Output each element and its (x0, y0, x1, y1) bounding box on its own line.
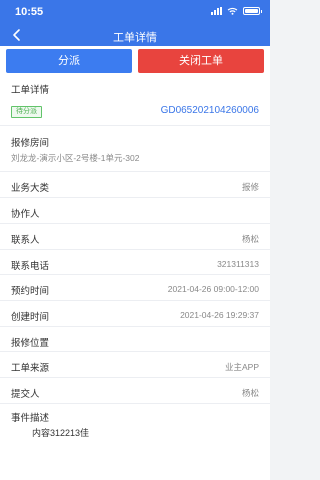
section-title: 工单详情 (11, 85, 50, 96)
field-label: 报修位置 (11, 338, 50, 349)
field-value: 杨松 (241, 234, 259, 244)
detail-row: 联系人 杨松 (0, 224, 270, 250)
status-badge: 待分派 (11, 106, 42, 118)
field-value: 业主APP (224, 362, 259, 372)
description-label: 事件描述 (11, 413, 50, 424)
order-header: 工单详情 待分派 GD065202104260006 (0, 76, 270, 126)
description-row: 事件描述 内容312213佳 (0, 404, 270, 480)
phone-value[interactable]: 321311313 (217, 259, 259, 269)
description-text: 内容312213佳 (32, 428, 90, 438)
detail-row: 预约时间 2021-04-26 09:00-12:00 (0, 275, 270, 301)
status-icons (211, 7, 262, 15)
field-label: 提交人 (11, 389, 40, 400)
field-value: 2021-04-26 19:29:37 (180, 310, 259, 320)
field-label: 预约时间 (11, 286, 50, 297)
status-time: 10:55 (15, 6, 44, 18)
wifi-icon (227, 7, 238, 15)
field-label: 联系电话 (11, 261, 50, 272)
detail-row: 业务大类 报修 (0, 172, 270, 198)
order-detail-panel: 工单详情 待分派 GD065202104260006 报修房间 刘龙龙-演示小区… (0, 76, 270, 480)
action-bar: 分派 关闭工单 (0, 46, 270, 76)
detail-row: 报修位置 (0, 327, 270, 352)
room-value: 刘龙龙-演示小区-2号楼-1单元-302 (11, 153, 140, 163)
detail-row: 联系电话 321311313 (0, 250, 270, 275)
room-label: 报修房间 (11, 138, 50, 149)
detail-row: 提交人 杨松 (0, 378, 270, 404)
detail-row: 协作人 (0, 198, 270, 224)
field-value: 杨松 (241, 388, 259, 398)
page-title: 工单详情 (113, 32, 157, 44)
field-value: 2021-04-26 09:00-12:00 (167, 284, 259, 294)
close-order-button[interactable]: 关闭工单 (138, 49, 264, 73)
field-label: 工单来源 (11, 363, 50, 374)
dispatch-button[interactable]: 分派 (6, 49, 132, 73)
detail-row: 创建时间 2021-04-26 19:29:37 (0, 301, 270, 327)
field-value: 报修 (241, 182, 259, 192)
detail-row: 工单来源 业主APP (0, 352, 270, 378)
field-label: 协作人 (11, 209, 40, 220)
field-label: 业务大类 (11, 183, 50, 194)
signal-icon (211, 7, 222, 15)
battery-icon (243, 7, 262, 15)
order-number: GD065202104260006 (160, 105, 259, 116)
nav-bar: 工单详情 (0, 24, 270, 46)
field-label: 联系人 (11, 235, 40, 246)
field-label: 创建时间 (11, 312, 50, 323)
room-row: 报修房间 刘龙龙-演示小区-2号楼-1单元-302 (0, 126, 270, 172)
status-bar: 10:55 (0, 0, 270, 24)
